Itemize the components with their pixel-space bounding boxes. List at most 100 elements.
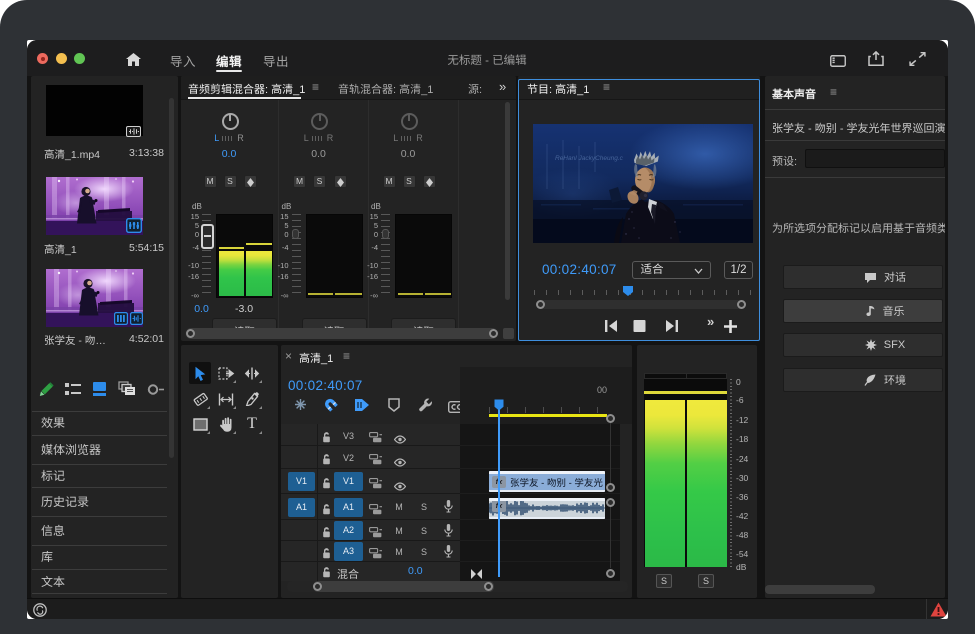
media-item-row[interactable]: 张学友 - 吻别 -... 4:52:01 — [44, 333, 164, 348]
sidebar-item-info[interactable]: 信息 — [32, 516, 167, 545]
pan-value[interactable]: 0.0 — [209, 148, 249, 160]
video-tracks-scrollbar[interactable] — [610, 418, 612, 487]
track-lock-icon[interactable] — [322, 452, 331, 470]
zoombar-handle-left[interactable] — [536, 300, 545, 309]
tab-import[interactable]: 导入 — [170, 51, 196, 70]
tab-program-monitor[interactable]: 节目: 高清_1 — [527, 81, 589, 97]
pan-value[interactable]: 0.0 — [299, 148, 339, 160]
warning-icon[interactable] — [930, 602, 947, 619]
media-item-row[interactable]: 高清_1.mp4 3:13:38 — [44, 147, 164, 162]
slip-tool[interactable] — [215, 388, 237, 410]
track-name-v3[interactable]: V3 — [334, 431, 363, 441]
step-back-button[interactable] — [604, 320, 618, 332]
track-name-v2[interactable]: V2 — [334, 453, 363, 463]
pen-tool[interactable] — [241, 388, 263, 410]
mixer-vertical-scrollbar[interactable] — [505, 102, 510, 300]
quick-export-icon[interactable] — [868, 51, 884, 71]
razor-tool[interactable] — [189, 388, 211, 410]
sync-lock-icon[interactable] — [369, 452, 382, 470]
scrollbar-handle-left[interactable] — [186, 329, 195, 338]
panel-menu-icon[interactable]: ≡ — [603, 80, 610, 94]
zoom-handle-right[interactable] — [484, 582, 493, 591]
timeline-playhead[interactable] — [494, 399, 504, 411]
track-content-v3[interactable] — [460, 424, 620, 446]
track-lock-icon[interactable] — [322, 525, 331, 543]
sidebar-item-markers[interactable]: 标记 — [32, 464, 167, 487]
volume-fader[interactable] — [382, 229, 389, 239]
track-name-a3[interactable]: A3 — [334, 542, 363, 561]
track-content-v2[interactable] — [460, 446, 620, 469]
program-video-frame[interactable]: ReHanl JackyCheung.c — [533, 124, 753, 243]
timeline-horizontal-scrollbar[interactable] — [287, 581, 628, 592]
playback-resolution-dropdown[interactable]: 1/2 — [724, 261, 753, 279]
transport-overflow-chevron[interactable]: » — [707, 314, 714, 329]
sync-lock-icon[interactable] — [369, 476, 382, 494]
track-content-a2[interactable] — [460, 520, 620, 541]
close-window-button[interactable] — [37, 53, 48, 64]
program-playhead[interactable] — [622, 285, 634, 296]
sound-panel-scrollbar[interactable] — [765, 585, 875, 594]
sidebar-item-history[interactable]: 历史记录 — [32, 487, 167, 516]
list-view-icon[interactable] — [65, 383, 81, 401]
solo-button[interactable]: S — [313, 175, 326, 188]
volume-fader[interactable] — [292, 229, 299, 239]
mute-button[interactable]: M — [383, 175, 396, 188]
tab-essential-sound[interactable]: 基本声音 — [772, 86, 816, 102]
program-zoom-scrollbar[interactable] — [536, 300, 746, 309]
type-tool[interactable]: T — [241, 413, 263, 435]
media-thumbnail-concert-2[interactable] — [46, 269, 143, 327]
keyframe-toggle-button[interactable] — [334, 175, 347, 188]
workspace-layout-icon[interactable] — [830, 54, 846, 72]
mix-track-value[interactable]: 0.0 — [408, 565, 423, 577]
solo-left-button[interactable]: S — [656, 574, 672, 588]
timeline-timecode[interactable]: 00:02:40:07 — [288, 378, 363, 393]
audio-type-ambience-button[interactable]: 环境 — [783, 368, 943, 392]
add-button-icon[interactable] — [723, 319, 738, 339]
sidebar-item-media-browser[interactable]: 媒体浏览器 — [32, 435, 167, 464]
solo-button[interactable]: S — [403, 175, 416, 188]
sidebar-item-text[interactable]: 文本 — [32, 569, 167, 594]
sync-lock-icon[interactable] — [369, 430, 382, 448]
track-lock-icon[interactable] — [322, 546, 331, 564]
ripple-edit-tool[interactable] — [241, 362, 263, 384]
hand-tool[interactable] — [215, 413, 237, 435]
zoombar-handle-right[interactable] — [737, 300, 746, 309]
track-visibility-eye-icon[interactable] — [394, 478, 406, 496]
sync-lock-icon[interactable] — [369, 525, 382, 543]
nest-sequence-icon[interactable] — [294, 398, 307, 416]
sync-lock-icon[interactable] — [369, 546, 382, 564]
source-patch-video[interactable]: V1 — [288, 472, 315, 491]
scrollbar-handle-right[interactable] — [489, 329, 498, 338]
zoom-slider-icon[interactable] — [147, 383, 165, 401]
pan-knob[interactable] — [401, 113, 418, 130]
panel-menu-icon[interactable]: ≡ — [312, 80, 319, 94]
linked-selection-icon[interactable] — [354, 398, 370, 417]
track-name-v1[interactable]: V1 — [334, 472, 363, 491]
mute-button[interactable]: M — [293, 175, 306, 188]
home-icon[interactable] — [126, 53, 141, 66]
track-content-a3[interactable] — [460, 541, 620, 562]
mixer-horizontal-scrollbar[interactable] — [185, 328, 499, 339]
pan-value[interactable]: 0.0 — [388, 148, 428, 160]
voiceover-mic-icon[interactable] — [444, 545, 453, 563]
fullscreen-icon[interactable] — [909, 52, 926, 71]
zoom-window-button[interactable] — [74, 53, 85, 64]
sidebar-item-libraries[interactable]: 库 — [32, 545, 167, 569]
preset-input[interactable] — [805, 149, 945, 168]
solo-button[interactable]: S — [224, 175, 237, 188]
track-select-forward-tool[interactable] — [215, 362, 237, 384]
track-solo-button[interactable]: S — [419, 547, 429, 557]
sync-lock-icon[interactable] — [369, 502, 382, 520]
scroll-ring[interactable] — [606, 483, 615, 492]
scroll-ring[interactable] — [606, 569, 615, 578]
track-visibility-eye-icon[interactable] — [394, 454, 406, 472]
close-panel-icon[interactable]: × — [285, 349, 292, 363]
keyframe-toggle-button[interactable] — [423, 175, 436, 188]
stop-button[interactable] — [633, 320, 646, 332]
track-content-mix[interactable] — [460, 562, 620, 581]
pan-knob[interactable] — [311, 113, 328, 130]
track-mute-button[interactable]: M — [394, 547, 404, 557]
solo-right-button[interactable]: S — [698, 574, 714, 588]
pan-knob[interactable] — [222, 113, 239, 130]
scroll-ring[interactable] — [606, 498, 615, 507]
